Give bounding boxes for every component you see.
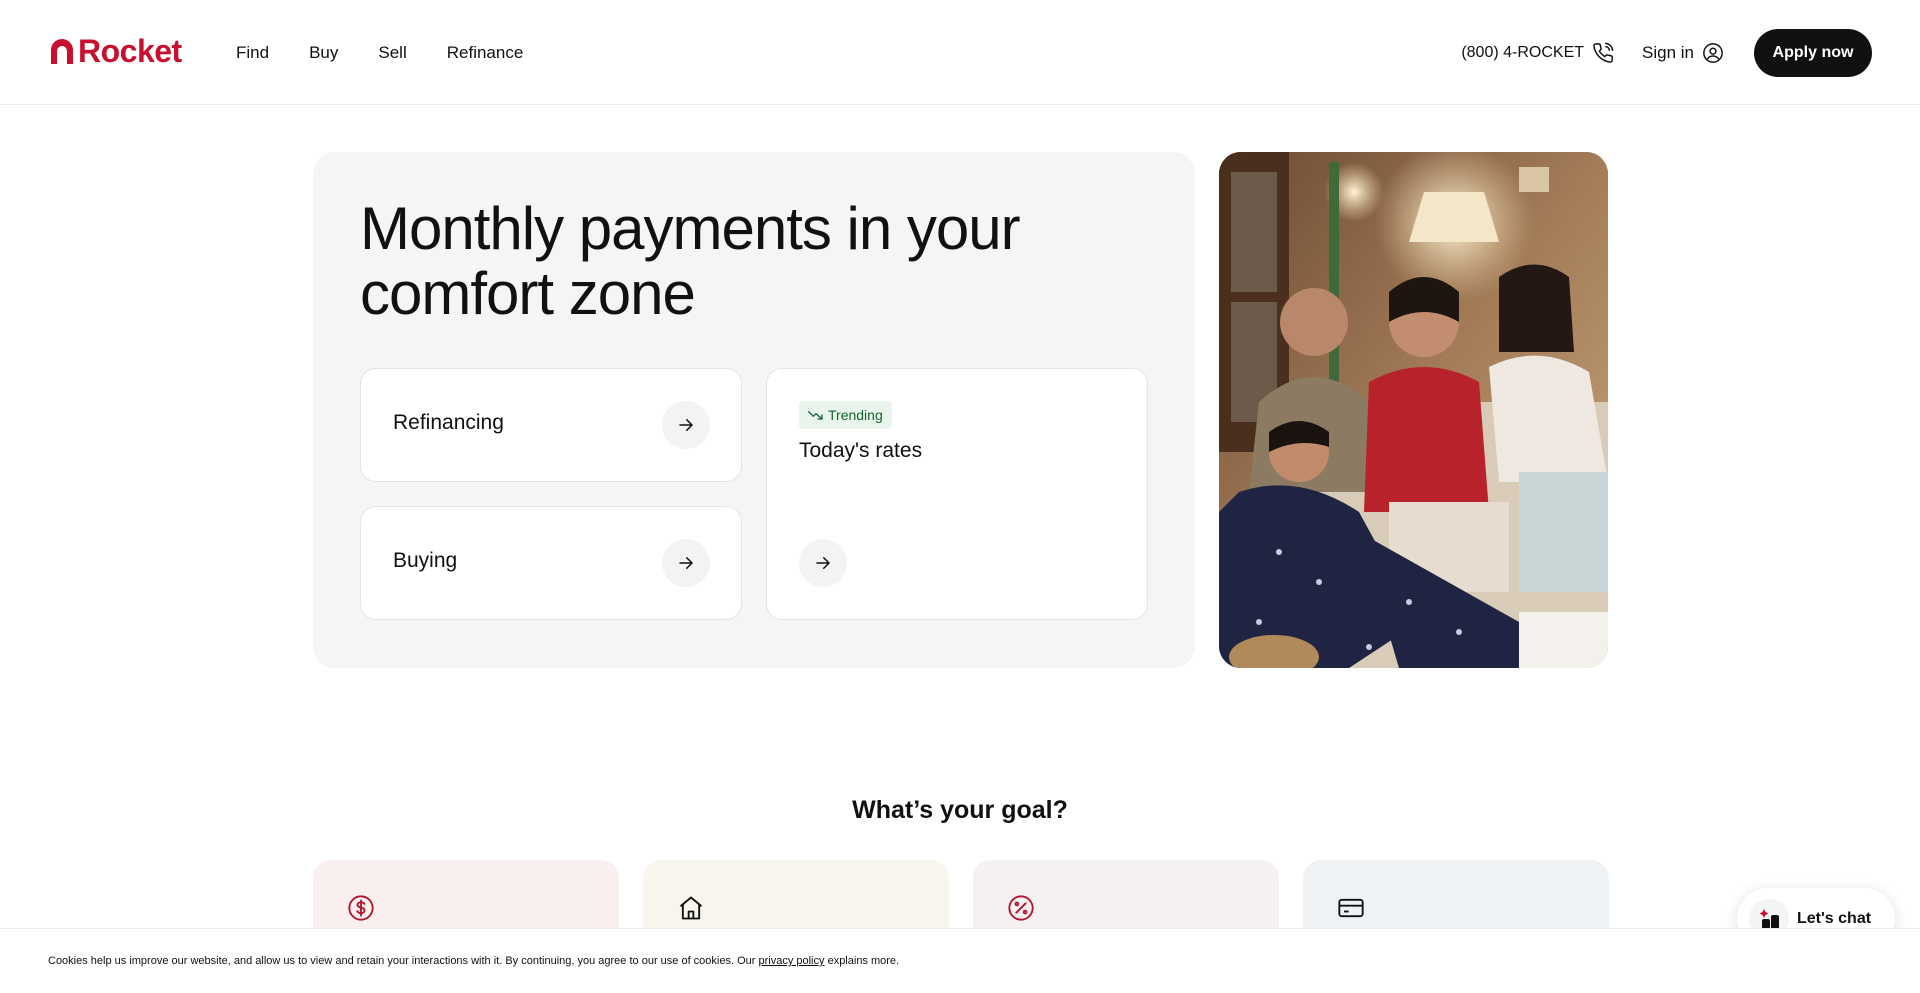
apply-now-button[interactable]: Apply now bbox=[1754, 28, 1872, 77]
nav-refinance[interactable]: Refinance bbox=[447, 43, 524, 63]
rocket-logo[interactable]: Rocket bbox=[48, 34, 182, 68]
refinancing-label: Refinancing bbox=[393, 411, 504, 434]
cookie-text-after: explains more. bbox=[824, 955, 900, 967]
site-header: Rocket Find Buy Sell Refinance (800) 4-R… bbox=[0, 0, 1920, 105]
phone-link[interactable]: (800) 4-ROCKET bbox=[1461, 42, 1614, 64]
todays-rates-card[interactable]: Trending Today's rates bbox=[766, 368, 1148, 620]
phone-icon bbox=[1593, 42, 1614, 63]
trending-down-icon bbox=[808, 411, 823, 420]
refinancing-arrow-button[interactable] bbox=[662, 401, 710, 449]
arrow-right-icon bbox=[679, 419, 693, 431]
refinancing-card[interactable]: Refinancing bbox=[360, 368, 742, 482]
hero-panel: Monthly payments in your comfort zone Re… bbox=[313, 152, 1195, 668]
dollar-circle-icon bbox=[348, 895, 374, 921]
rocket-logo-mark-icon bbox=[51, 39, 73, 64]
cookie-banner: Cookies help us improve our website, and… bbox=[0, 929, 1920, 993]
house-icon bbox=[679, 896, 703, 920]
phone-number: (800) 4-ROCKET bbox=[1461, 43, 1585, 61]
family-photo bbox=[1219, 152, 1608, 668]
family-photo-illustration bbox=[1219, 152, 1608, 668]
credit-card-icon bbox=[1338, 898, 1364, 918]
hero-title: Monthly payments in your comfort zone bbox=[360, 195, 1021, 327]
buying-label: Buying bbox=[393, 549, 458, 572]
sign-in-label: Sign in bbox=[1642, 42, 1694, 62]
goals-title: What’s your goal? bbox=[852, 796, 1068, 824]
trending-badge: Trending bbox=[799, 401, 892, 429]
arrow-right-icon bbox=[816, 557, 830, 569]
nav-sell[interactable]: Sell bbox=[378, 43, 406, 63]
todays-rates-label: Today's rates bbox=[799, 439, 923, 462]
header-actions: (800) 4-ROCKET Sign in Apply now bbox=[1461, 0, 1872, 105]
chat-label: Let's chat bbox=[1797, 910, 1872, 927]
nav-find[interactable]: Find bbox=[236, 43, 269, 63]
privacy-policy-link[interactable]: privacy policy bbox=[758, 955, 824, 967]
sign-in-link[interactable]: Sign in bbox=[1642, 42, 1724, 64]
cookie-text: Cookies help us improve our website, and… bbox=[48, 955, 899, 967]
user-circle-icon bbox=[1703, 42, 1723, 63]
cookie-text-before: Cookies help us improve our website, and… bbox=[48, 955, 759, 967]
todays-rates-arrow-button[interactable] bbox=[799, 539, 847, 587]
nav-buy[interactable]: Buy bbox=[309, 43, 338, 63]
logo-text: Rocket bbox=[78, 33, 182, 69]
buying-arrow-button[interactable] bbox=[662, 539, 710, 587]
main-nav: Find Buy Sell Refinance bbox=[236, 0, 523, 105]
trending-label: Trending bbox=[828, 407, 883, 423]
buying-card[interactable]: Buying bbox=[360, 506, 742, 620]
arrow-right-icon bbox=[679, 557, 693, 569]
percent-badge-icon bbox=[1008, 895, 1034, 921]
